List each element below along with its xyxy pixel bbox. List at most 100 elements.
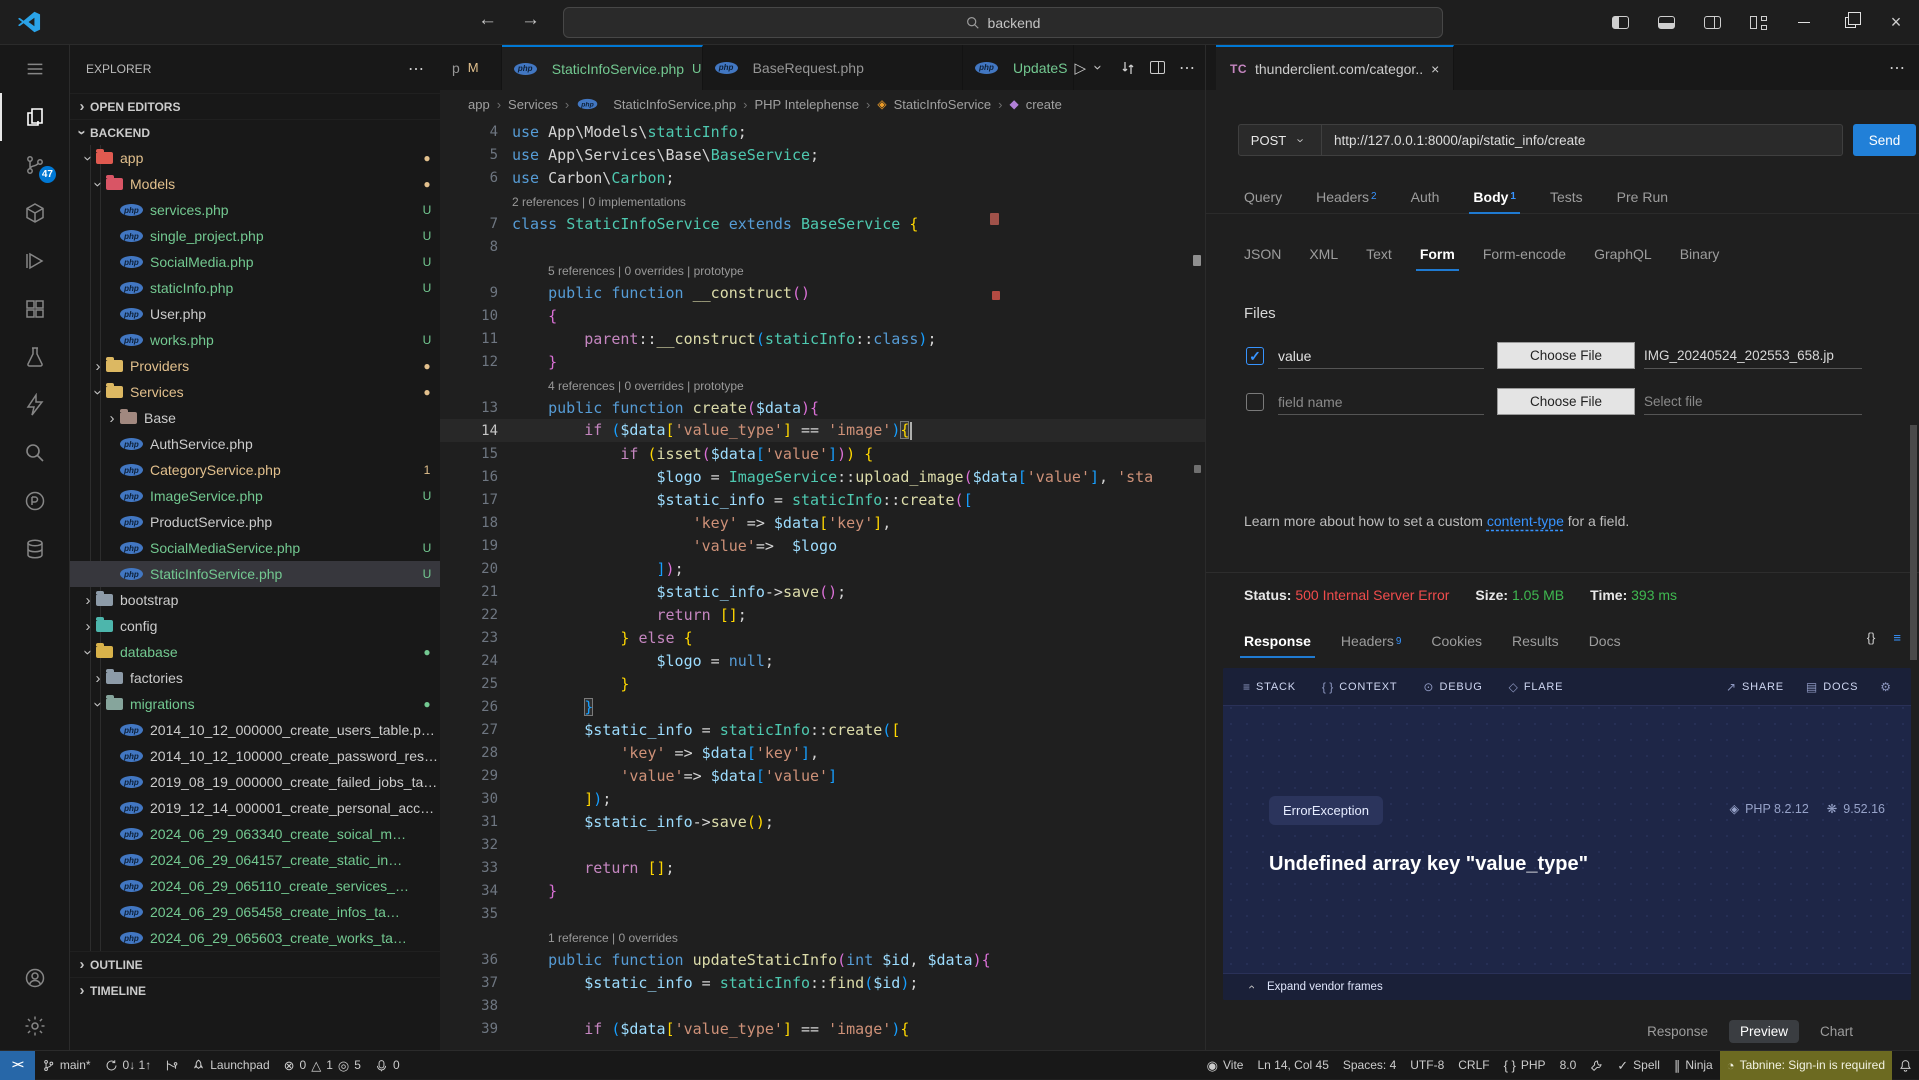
command-center-search[interactable]: backend bbox=[563, 7, 1443, 38]
bottom-tab-chart[interactable]: Chart bbox=[1809, 1020, 1864, 1043]
minimize-button[interactable] bbox=[1781, 0, 1827, 45]
explorer-more-actions-icon[interactable]: ⋯ bbox=[408, 59, 424, 79]
breadcrumb-app[interactable]: app bbox=[468, 97, 490, 112]
code-line[interactable]: 28 'key' => $data['key'], bbox=[440, 741, 1205, 764]
ignition-debug-button[interactable]: ⊙DEBUG bbox=[1423, 680, 1482, 694]
code-line[interactable]: 12 } bbox=[440, 350, 1205, 373]
resp-tab-docs[interactable]: Docs bbox=[1589, 624, 1621, 658]
close-button[interactable]: × bbox=[1873, 0, 1919, 45]
selected-file-value[interactable]: IMG_20240524_202553_658.jp bbox=[1644, 343, 1862, 369]
tree-item-2024-06-29-063340-create-soical-m-[interactable]: ›php2024_06_29_063340_create_soical_m… bbox=[70, 821, 440, 847]
run-debug-icon[interactable] bbox=[0, 237, 70, 285]
close-tab-icon[interactable]: × bbox=[1431, 61, 1439, 77]
code-line[interactable]: 29 'value'=> $data['value'] bbox=[440, 764, 1205, 787]
req-tab-tests[interactable]: Tests bbox=[1550, 180, 1583, 214]
tab-updatestatic[interactable]: php UpdateS bbox=[963, 45, 1074, 90]
code-line[interactable]: 27 $static_info = staticInfo::create([ bbox=[440, 718, 1205, 741]
tree-item-staticinfoservice-php[interactable]: ›phpStaticInfoService.phpU bbox=[70, 561, 440, 587]
eol-item[interactable]: CRLF bbox=[1451, 1051, 1496, 1080]
tree-item-single-project-php[interactable]: ›phpsingle_project.phpU bbox=[70, 223, 440, 249]
code-line[interactable]: 39 if ($data['value_type'] == 'image'){ bbox=[440, 1017, 1205, 1040]
code-line[interactable]: 9 public function __construct() bbox=[440, 281, 1205, 304]
code-line[interactable]: 6use Carbon\Carbon; bbox=[440, 166, 1205, 189]
toggle-panel-button[interactable] bbox=[1643, 0, 1689, 45]
nav-forward-button[interactable]: → bbox=[521, 9, 540, 31]
php-version-item[interactable]: 8.0 bbox=[1553, 1051, 1584, 1080]
tree-item-2019-12-14-000001-create-personal-acc-[interactable]: ›php2019_12_14_000001_create_personal_ac… bbox=[70, 795, 440, 821]
code-line[interactable]: 11 parent::__construct(staticInfo::class… bbox=[440, 327, 1205, 350]
workspace-root-section[interactable]: › BACKEND bbox=[70, 119, 440, 145]
tree-item-migrations[interactable]: ›migrations● bbox=[70, 691, 440, 717]
code-line[interactable]: 38 bbox=[440, 994, 1205, 1017]
thunder-client-icon[interactable] bbox=[0, 381, 70, 429]
resp-tab-cookies[interactable]: Cookies bbox=[1431, 624, 1482, 658]
run-code-button[interactable]: ▷ bbox=[1074, 59, 1086, 77]
selected-file-value[interactable]: Select file bbox=[1644, 389, 1862, 415]
http-method-select[interactable]: POST › bbox=[1238, 124, 1322, 156]
settings-gear-icon[interactable] bbox=[0, 1002, 70, 1050]
field-name-input[interactable]: field name bbox=[1278, 389, 1484, 415]
tree-item-socialmedia-php[interactable]: ›phpSocialMedia.phpU bbox=[70, 249, 440, 275]
ignition-settings-button[interactable]: ⚙ bbox=[1880, 680, 1891, 694]
code-line[interactable]: 25 } bbox=[440, 672, 1205, 695]
codelens-label[interactable]: 4 references | 0 overrides | prototype bbox=[548, 379, 744, 393]
body-tab-form-encode[interactable]: Form-encode bbox=[1483, 237, 1566, 271]
code-line[interactable]: 36 public function updateStaticInfo(int … bbox=[440, 948, 1205, 971]
bottom-tab-preview[interactable]: Preview bbox=[1729, 1020, 1799, 1043]
choose-file-button[interactable]: Choose File bbox=[1497, 388, 1635, 415]
resp-tab-response[interactable]: Response bbox=[1244, 624, 1311, 658]
cursor-position-item[interactable]: Ln 14, Col 45 bbox=[1250, 1051, 1335, 1080]
ignition-flare-button[interactable]: ◇FLARE bbox=[1509, 680, 1564, 694]
tree-item-2024-06-29-065110-create-services-[interactable]: ›php2024_06_29_065110_create_services_… bbox=[70, 873, 440, 899]
code-line[interactable]: 32 bbox=[440, 833, 1205, 856]
req-tab-body[interactable]: Body1 bbox=[1473, 180, 1516, 214]
encoding-item[interactable]: UTF-8 bbox=[1403, 1051, 1451, 1080]
wrench-icon[interactable] bbox=[1583, 1051, 1610, 1080]
code-line[interactable]: 21 $static_info->save(); bbox=[440, 580, 1205, 603]
explorer-icon[interactable] bbox=[0, 93, 70, 141]
feedback-item[interactable]: 0 bbox=[368, 1051, 407, 1080]
tree-item-staticinfo-php[interactable]: ›phpstaticInfo.phpU bbox=[70, 275, 440, 301]
tree-item-2014-10-12-100000-create-password-res-[interactable]: ›php2014_10_12_100000_create_password_re… bbox=[70, 743, 440, 769]
tree-item-works-php[interactable]: ›phpworks.phpU bbox=[70, 327, 440, 353]
code-line[interactable]: 14 if ($data['value_type'] == 'image'){ bbox=[440, 419, 1205, 442]
editor-more-actions-icon[interactable]: ⋯ bbox=[1179, 58, 1195, 78]
codelens-row[interactable]: 1 reference | 0 overrides bbox=[440, 925, 1205, 948]
codelens-row[interactable]: 4 references | 0 overrides | prototype bbox=[440, 373, 1205, 396]
run-dropdown-icon[interactable]: › bbox=[1091, 60, 1106, 76]
breadcrumb-intelephense[interactable]: PHP Intelephense bbox=[754, 97, 859, 112]
intelephense-icon[interactable] bbox=[0, 477, 70, 525]
codelens-label[interactable]: 2 references | 0 implementations bbox=[512, 195, 686, 209]
code-area[interactable]: 4use App\Models\staticInfo;5use App\Serv… bbox=[440, 120, 1205, 1050]
ignition-share-button[interactable]: ↗SHARE bbox=[1726, 680, 1784, 694]
breadcrumb-method[interactable]: create bbox=[1026, 97, 1062, 112]
tree-item-app[interactable]: ›app● bbox=[70, 145, 440, 171]
nav-back-button[interactable]: ← bbox=[478, 9, 497, 31]
req-tab-auth[interactable]: Auth bbox=[1411, 180, 1440, 214]
request-url-input[interactable]: http://127.0.0.1:8000/api/static_info/cr… bbox=[1321, 124, 1843, 156]
checkbox-unchecked[interactable] bbox=[1246, 393, 1264, 411]
body-tab-graphql[interactable]: GraphQL bbox=[1594, 237, 1652, 271]
language-mode-item[interactable]: { } PHP bbox=[1497, 1051, 1553, 1080]
code-line[interactable]: 18 'key' => $data['key'], bbox=[440, 511, 1205, 534]
code-line[interactable]: 22 return []; bbox=[440, 603, 1205, 626]
scrollbar[interactable] bbox=[1910, 425, 1917, 660]
search-sidebar-icon[interactable] bbox=[0, 429, 70, 477]
format-response-icon[interactable]: {} bbox=[1867, 630, 1876, 645]
launchpad-item[interactable]: Launchpad bbox=[185, 1051, 276, 1080]
tree-item-config[interactable]: ›config bbox=[70, 613, 440, 639]
tree-item-categoryservice-php[interactable]: ›phpCategoryService.php1 bbox=[70, 457, 440, 483]
code-line[interactable]: 26 } bbox=[440, 695, 1205, 718]
git-branch-item[interactable]: main* bbox=[35, 1051, 98, 1080]
outline-section[interactable]: › OUTLINE bbox=[70, 951, 440, 977]
codelens-label[interactable]: 1 reference | 0 overrides bbox=[548, 931, 678, 945]
restore-button[interactable] bbox=[1827, 0, 1873, 45]
codelens-row[interactable]: 5 references | 0 overrides | prototype bbox=[440, 258, 1205, 281]
breadcrumb-file[interactable]: StaticInfoService.php bbox=[613, 97, 736, 112]
code-line[interactable]: 7class StaticInfoService extends BaseSer… bbox=[440, 212, 1205, 235]
code-line[interactable]: 30 ]); bbox=[440, 787, 1205, 810]
expand-vendor-frames[interactable]: › Expand vendor frames bbox=[1223, 973, 1911, 1000]
code-line[interactable]: 10 { bbox=[440, 304, 1205, 327]
body-tab-json[interactable]: JSON bbox=[1244, 237, 1281, 271]
source-control-icon[interactable]: 47 bbox=[0, 141, 70, 189]
